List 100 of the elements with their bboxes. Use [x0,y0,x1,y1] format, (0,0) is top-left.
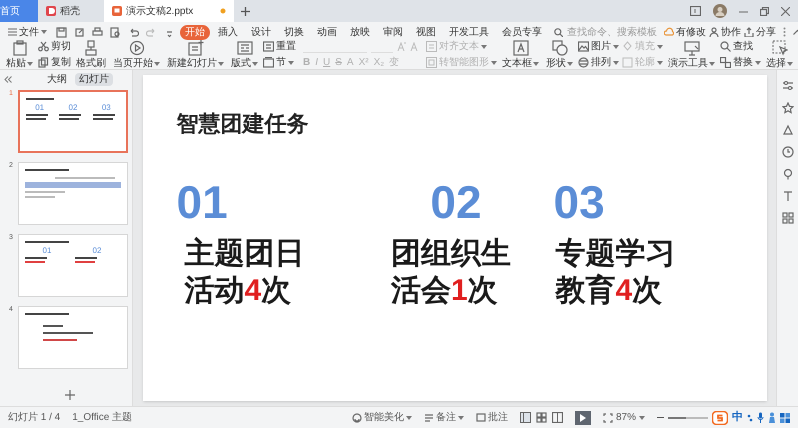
fit-icon [602,412,613,422]
thumbnail-number: 01 [42,247,52,255]
layout-icon [236,40,252,56]
reading-view-icon[interactable] [552,412,563,423]
ribbon-button[interactable]: 替换 [720,56,761,68]
undo-icon[interactable] [128,26,139,38]
slide-title: 智慧团建任务 [176,111,310,137]
docer-icon [46,6,56,16]
task-text: 活会1次 [391,273,499,309]
smart-graphic-icon [426,57,437,68]
microphone-icon[interactable] [757,412,764,423]
title-tab[interactable]: 稻壳 [38,0,104,22]
ribbon-button[interactable]: 复制 [38,56,71,68]
status-button[interactable]: 智能美化 [352,410,412,425]
save-icon[interactable] [56,26,67,38]
thumbnail-number: 03 [100,104,112,112]
presentation-tools-icon [684,40,700,56]
ribbon-button[interactable]: 当页开始 [111,40,162,69]
export-icon[interactable] [74,26,85,38]
ribbon-button[interactable]: 图片 [578,40,619,52]
align-text-icon [426,41,437,52]
caret-icon [458,416,464,420]
grid-view-icon[interactable] [536,412,547,423]
shape-icon[interactable] [782,124,794,136]
ribbon-button[interactable]: 格式刷 [74,40,108,69]
ribbon-tab[interactable]: 开发工具 [444,24,494,40]
search-icon [720,41,731,52]
file-menu[interactable]: 文件 [4,24,51,40]
task-text: 专题学习 [556,236,676,272]
star-icon[interactable] [782,102,794,114]
caret-icon [41,30,47,34]
ribbon-tab[interactable]: 设计 [246,24,276,40]
task-text: 主题团日 [184,236,306,272]
toolbar-button[interactable]: 分享 [744,24,776,40]
notes-icon [424,412,434,422]
zoom-out-icon[interactable] [657,414,664,421]
ribbon-button[interactable]: 演示工具 [666,40,717,69]
ribbon-button[interactable]: 重置 [263,40,296,52]
text-box-icon [512,40,528,56]
ribbon-tab[interactable]: 会员专享 [497,24,547,40]
normal-view-icon[interactable] [520,412,531,423]
input-method-logo-icon[interactable] [712,410,728,424]
thumbnail-number: 02 [92,247,102,255]
search-field[interactable]: 查找命令、搜索模板 [554,24,658,40]
more-icon[interactable] [783,27,786,37]
ribbon-button[interactable]: 排列 [578,56,619,68]
caret-icon [639,416,645,420]
ribbon-button[interactable]: 粘贴 [4,40,35,69]
slide-thumbnail[interactable] [18,162,128,225]
ribbon-button[interactable]: 剪切 [38,40,71,52]
ribbon-button[interactable]: 版式 [229,40,260,69]
print-icon[interactable] [92,26,103,38]
toolbox-icon[interactable] [780,412,790,422]
format-brush-icon [83,40,99,56]
ribbon-tab[interactable]: 动画 [312,24,342,40]
play-icon [580,414,586,422]
ribbon-button[interactable]: 形状 [544,40,575,69]
figure-icon[interactable] [768,412,776,423]
ribbon-tab[interactable]: 放映 [345,24,375,40]
grid-icon[interactable] [782,212,794,224]
text-icon[interactable] [782,190,794,202]
clock-icon[interactable] [782,146,794,158]
status-button[interactable]: 批注 [476,410,508,425]
menu-icon [8,28,17,36]
ribbon-button[interactable]: 选择 [764,40,795,69]
slideshow-button[interactable] [574,410,591,424]
collapse-panel-icon[interactable] [4,76,12,82]
plus-icon [65,390,75,400]
ribbon-button[interactable]: 节 [263,56,296,68]
input-mode-indicator[interactable]: 中 [732,409,743,426]
title-tab[interactable]: 演示文稿2.pptx [104,0,234,22]
window-layout-icon[interactable] [690,6,701,16]
toolbar-button[interactable]: 有修改 [664,24,706,40]
ribbon-button[interactable]: 新建幻灯片 [165,40,226,69]
ribbon-tab[interactable]: 切换 [279,24,309,40]
punctuation-icon[interactable] [747,414,753,422]
preview-icon[interactable] [110,26,121,38]
picture-icon [578,41,589,52]
slide-thumbnail[interactable] [18,306,128,369]
add-slide-button[interactable] [65,390,75,400]
arrange-icon [578,57,589,68]
ribbon-tab[interactable]: 审阅 [378,24,408,40]
status-button[interactable]: 备注 [424,410,464,425]
close-icon[interactable] [781,6,790,16]
replace-icon [720,57,731,68]
zoom-button[interactable]: 87% [602,410,645,425]
ribbon-button[interactable]: 文本框 [500,40,541,69]
sliders-icon[interactable] [782,80,794,92]
panel-tab[interactable]: 大纲 [43,72,71,86]
ribbon-tab[interactable]: 插入 [213,24,243,40]
ribbon-tab[interactable]: 视图 [411,24,441,40]
restore-icon[interactable] [760,6,769,16]
ribbon-button[interactable]: 查找 [720,40,761,52]
thumbnail-number: 01 [34,104,46,112]
title-tab[interactable]: 首页 [0,0,38,22]
avatar-icon[interactable] [713,4,727,18]
toolbar-button[interactable]: 协作 [709,24,741,40]
theme-name: 1_Office 主题 [72,410,132,425]
panel-tab[interactable]: 幻灯片 [75,72,113,86]
pin-icon[interactable] [782,168,794,180]
